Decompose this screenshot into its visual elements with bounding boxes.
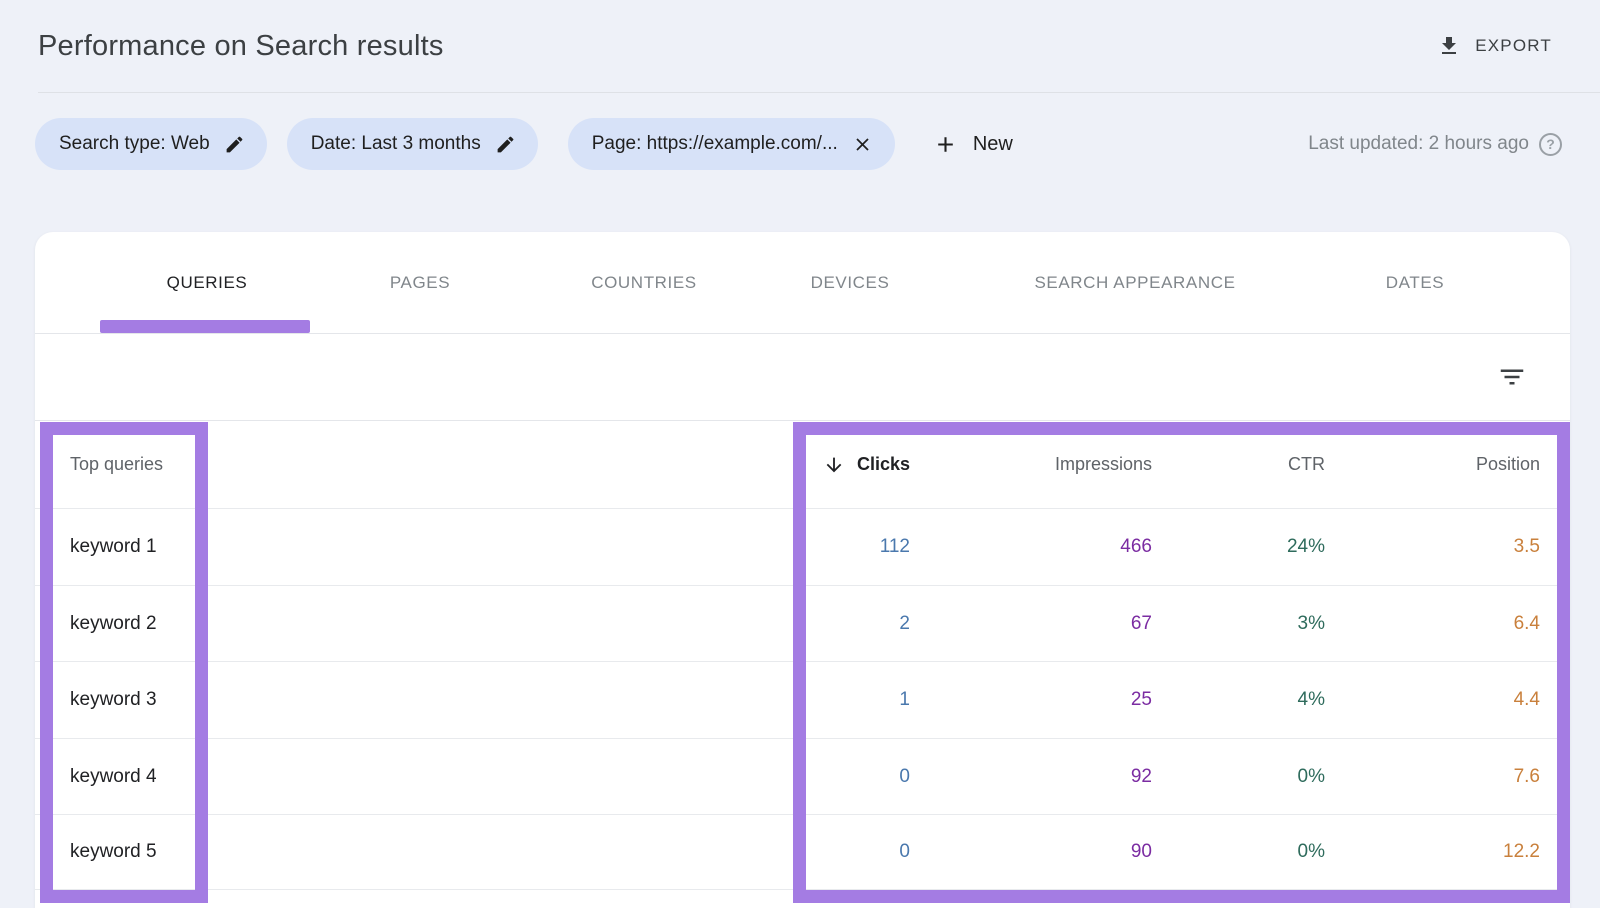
queries-table: Top queries Clicks Impressions CTR Posit… — [35, 420, 1570, 908]
clicks-header-label: Clicks — [857, 454, 910, 475]
tab-devices[interactable]: DEVICES — [797, 232, 904, 333]
column-header-position[interactable]: Position — [1370, 421, 1540, 508]
tab-queries[interactable]: QUERIES — [153, 232, 262, 333]
filter-bar: Search type: Web Date: Last 3 months Pag… — [35, 118, 1562, 170]
edit-icon — [495, 134, 516, 155]
help-icon[interactable]: ? — [1539, 133, 1562, 156]
position-cell: 7.6 — [1370, 739, 1540, 815]
header-divider — [38, 92, 1600, 93]
column-header-clicks[interactable]: Clicks — [670, 421, 910, 508]
table-toolbar — [35, 334, 1570, 420]
last-updated: Last updated: 2 hours ago ? — [1308, 133, 1562, 156]
tab-countries[interactable]: COUNTRIES — [577, 232, 711, 333]
clicks-cell: 2 — [690, 586, 910, 662]
position-cell: 12.2 — [1370, 815, 1540, 889]
search-type-filter-chip[interactable]: Search type: Web — [35, 118, 267, 170]
column-header-top-queries[interactable]: Top queries — [70, 421, 430, 508]
new-label: New — [973, 133, 1013, 156]
sort-arrow-down-icon — [823, 454, 845, 476]
table-row[interactable]: keyword 4 0 92 0% 7.6 — [35, 738, 1570, 815]
ctr-cell: 0% — [1175, 739, 1325, 815]
tab-pages[interactable]: PAGES — [376, 232, 464, 333]
ctr-cell: 0% — [1175, 815, 1325, 889]
query-cell[interactable]: keyword 1 — [70, 509, 430, 585]
edit-icon — [224, 134, 245, 155]
position-cell: 6.4 — [1370, 586, 1540, 662]
impressions-cell: 92 — [932, 739, 1152, 815]
ctr-cell: 4% — [1175, 662, 1325, 738]
table-header-row: Top queries Clicks Impressions CTR Posit… — [35, 420, 1570, 508]
impressions-cell: 90 — [932, 815, 1152, 889]
close-icon[interactable] — [852, 134, 873, 155]
clicks-cell: 0 — [690, 739, 910, 815]
page-filter-chip[interactable]: Page: https://example.com/... — [568, 118, 895, 170]
active-tab-indicator — [100, 320, 310, 333]
column-header-ctr[interactable]: CTR — [1175, 421, 1325, 508]
export-label: EXPORT — [1475, 36, 1552, 56]
export-button[interactable]: EXPORT — [1427, 26, 1562, 66]
ctr-cell: 24% — [1175, 509, 1325, 585]
impressions-cell: 25 — [932, 662, 1152, 738]
position-cell: 4.4 — [1370, 662, 1540, 738]
impressions-cell: 466 — [932, 509, 1152, 585]
plus-icon — [933, 132, 958, 157]
tab-search-appearance[interactable]: SEARCH APPEARANCE — [1020, 232, 1249, 333]
dimension-tabs: QUERIES PAGES COUNTRIES DEVICES SEARCH A… — [35, 232, 1570, 333]
clicks-cell: 112 — [690, 509, 910, 585]
last-updated-text: Last updated: 2 hours ago — [1308, 133, 1529, 155]
filter-icon — [1497, 362, 1527, 392]
query-cell[interactable]: keyword 4 — [70, 739, 430, 815]
new-filter-button[interactable]: New — [921, 124, 1025, 165]
clicks-cell: 0 — [690, 815, 910, 889]
column-header-impressions[interactable]: Impressions — [932, 421, 1152, 508]
table-row[interactable]: keyword 2 2 67 3% 6.4 — [35, 585, 1570, 662]
page-title: Performance on Search results — [38, 30, 444, 63]
top-bar: Performance on Search results EXPORT — [38, 0, 1562, 92]
date-filter-chip[interactable]: Date: Last 3 months — [287, 118, 538, 170]
search-performance-page: Performance on Search results EXPORT Sea… — [0, 0, 1600, 908]
table-row[interactable]: keyword 5 0 90 0% 12.2 — [35, 814, 1570, 890]
ctr-cell: 3% — [1175, 586, 1325, 662]
query-cell[interactable]: keyword 3 — [70, 662, 430, 738]
download-icon — [1437, 34, 1461, 58]
clicks-cell: 1 — [690, 662, 910, 738]
filter-rows-button[interactable] — [1491, 356, 1533, 398]
impressions-cell: 67 — [932, 586, 1152, 662]
query-cell[interactable]: keyword 2 — [70, 586, 430, 662]
table-row[interactable]: keyword 1 112 466 24% 3.5 — [35, 508, 1570, 585]
query-cell[interactable]: keyword 5 — [70, 815, 430, 889]
chip-label: Page: https://example.com/... — [592, 133, 838, 155]
tab-dates[interactable]: DATES — [1372, 232, 1458, 333]
chip-label: Date: Last 3 months — [311, 133, 481, 155]
chip-label: Search type: Web — [59, 133, 210, 155]
position-cell: 3.5 — [1370, 509, 1540, 585]
table-row[interactable]: keyword 3 1 25 4% 4.4 — [35, 661, 1570, 738]
report-card: QUERIES PAGES COUNTRIES DEVICES SEARCH A… — [35, 232, 1570, 908]
